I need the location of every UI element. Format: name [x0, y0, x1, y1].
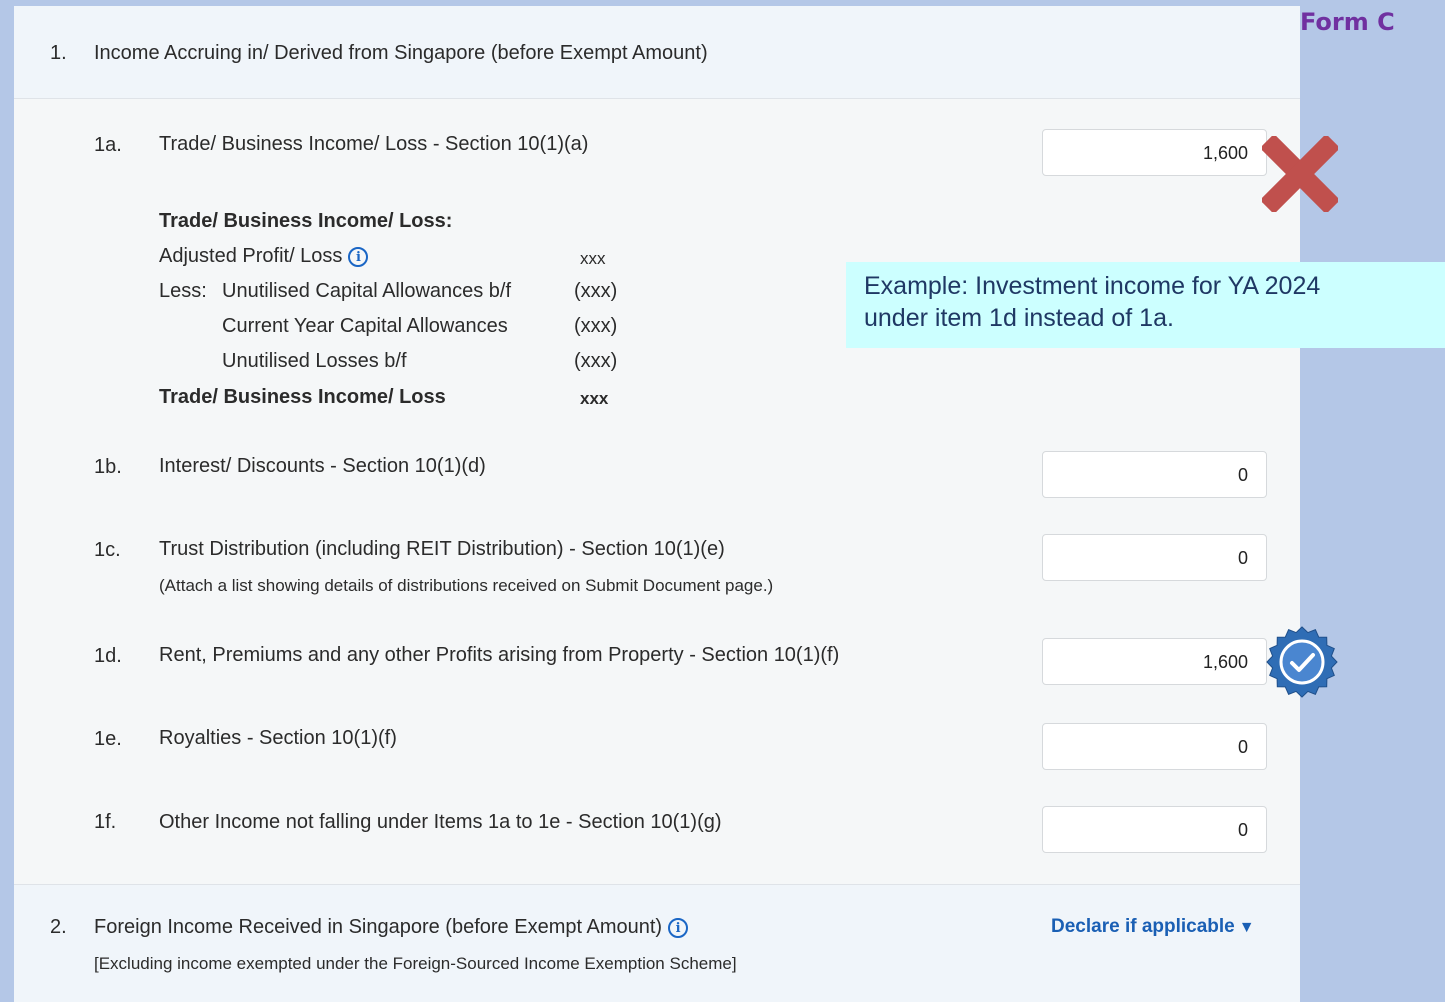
item-1d-label: Rent, Premiums and any other Profits ari…: [159, 644, 840, 666]
section-1-title: Income Accruing in/ Derived from Singapo…: [94, 42, 708, 64]
breakdown-adjusted-row: Adjusted Profit/ Loss i: [159, 245, 369, 268]
section-1-number: 1.: [50, 42, 67, 64]
breakdown-unutilised-losses-label: Unutilised Losses b/f: [222, 350, 407, 372]
breakdown-less-label: Less:: [159, 280, 207, 302]
item-1a-code: 1a.: [94, 134, 122, 156]
triangle-down-icon: ▼: [1238, 919, 1255, 936]
item-1a-input[interactable]: 1,600: [1042, 129, 1267, 176]
breakdown-adjusted-value: xxx: [580, 249, 606, 268]
item-1a-label: Trade/ Business Income/ Loss - Section 1…: [159, 133, 589, 155]
breakdown-current-ca-label: Current Year Capital Allowances: [222, 315, 508, 337]
breakdown-adjusted-label: Adjusted Profit/ Loss: [159, 245, 343, 267]
item-1e-input[interactable]: 0: [1042, 723, 1267, 770]
cross-icon: [1262, 136, 1338, 212]
item-1c-code: 1c.: [94, 539, 121, 561]
section-2-number: 2.: [50, 916, 67, 938]
section-2-note: [Excluding income exempted under the For…: [94, 954, 737, 973]
section-2-header: [14, 884, 1300, 1002]
item-1b-code: 1b.: [94, 456, 122, 478]
breakdown-unutilised-losses-value: (xxx): [574, 350, 618, 372]
info-icon[interactable]: i: [668, 917, 689, 938]
breakdown-unutilised-ca-value: (xxx): [574, 280, 618, 302]
breakdown-unutilised-ca-label: Unutilised Capital Allowances b/f: [222, 280, 512, 302]
item-1f-input[interactable]: 0: [1042, 806, 1267, 853]
item-1c-input[interactable]: 0: [1042, 534, 1267, 581]
breakdown-current-ca-value: (xxx): [574, 315, 618, 337]
item-1d-code: 1d.: [94, 645, 122, 667]
breakdown-total-value: xxx: [580, 389, 609, 408]
item-1c-label: Trust Distribution (including REIT Distr…: [159, 538, 725, 560]
item-1e-label: Royalties - Section 10(1)(f): [159, 727, 397, 749]
callout-line-2: under item 1d instead of 1a.: [864, 304, 1174, 332]
example-callout: Example: Investment income for YA 2024 u…: [846, 262, 1445, 348]
declare-if-applicable-toggle[interactable]: Declare if applicable ▼: [1051, 916, 1255, 938]
item-1b-input[interactable]: 0: [1042, 451, 1267, 498]
declare-label: Declare if applicable: [1051, 916, 1235, 937]
callout-line-1: Example: Investment income for YA 2024: [864, 272, 1321, 300]
item-1e-code: 1e.: [94, 728, 122, 750]
info-icon[interactable]: i: [348, 246, 369, 267]
item-1b-label: Interest/ Discounts - Section 10(1)(d): [159, 455, 486, 477]
item-1c-note: (Attach a list showing details of distri…: [159, 576, 774, 595]
item-1d-input[interactable]: 1,600: [1042, 638, 1267, 685]
verified-badge-icon: [1266, 626, 1338, 698]
section-2-title-row: Foreign Income Received in Singapore (be…: [94, 916, 689, 939]
income-panel: 1. Income Accruing in/ Derived from Sing…: [14, 6, 1300, 1002]
form-label: Form C: [1300, 8, 1395, 36]
item-1f-code: 1f.: [94, 811, 117, 833]
breakdown-total-label: Trade/ Business Income/ Loss: [159, 386, 446, 408]
item-1f-label: Other Income not falling under Items 1a …: [159, 811, 722, 833]
section-2-title: Foreign Income Received in Singapore (be…: [94, 916, 663, 938]
breakdown-heading: Trade/ Business Income/ Loss:: [159, 210, 453, 232]
